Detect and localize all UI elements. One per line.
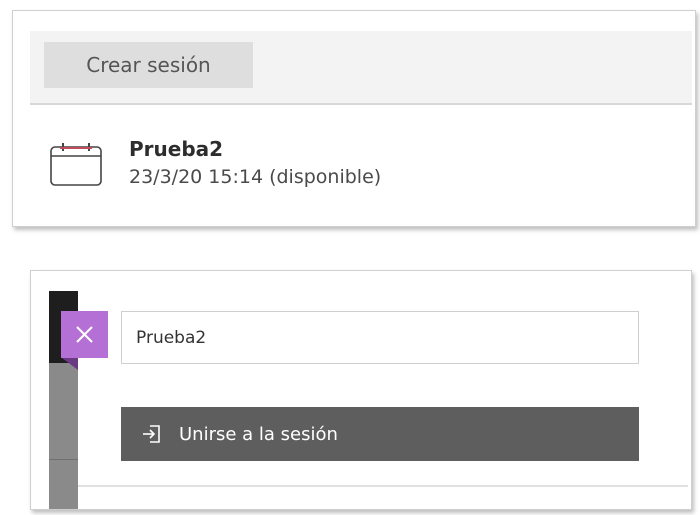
- close-icon: [76, 326, 93, 343]
- session-toolbar: Crear sesión: [30, 31, 692, 103]
- side-strip-divider: [49, 459, 78, 460]
- session-name-field[interactable]: [121, 311, 639, 364]
- session-datetime-status: 23/3/20 15:14 (disponible): [129, 166, 382, 188]
- join-session-button[interactable]: Unirse a la sesión: [121, 407, 639, 461]
- close-button-fold: [62, 358, 78, 370]
- panel-divider: [78, 485, 688, 487]
- session-list-panel: Crear sesión Prueba2 23/3/20 15:14 (disp…: [12, 10, 696, 227]
- session-detail-panel: Unirse a la sesión: [30, 270, 692, 510]
- screenshot-root: Crear sesión Prueba2 23/3/20 15:14 (disp…: [0, 0, 700, 515]
- create-session-button[interactable]: Crear sesión: [44, 42, 253, 88]
- join-session-label: Unirse a la sesión: [179, 423, 338, 445]
- close-button[interactable]: [61, 311, 108, 358]
- toolbar-divider: [30, 103, 692, 105]
- sign-in-icon: [143, 425, 160, 443]
- session-title[interactable]: Prueba2: [129, 137, 223, 161]
- calendar-icon: [50, 143, 102, 186]
